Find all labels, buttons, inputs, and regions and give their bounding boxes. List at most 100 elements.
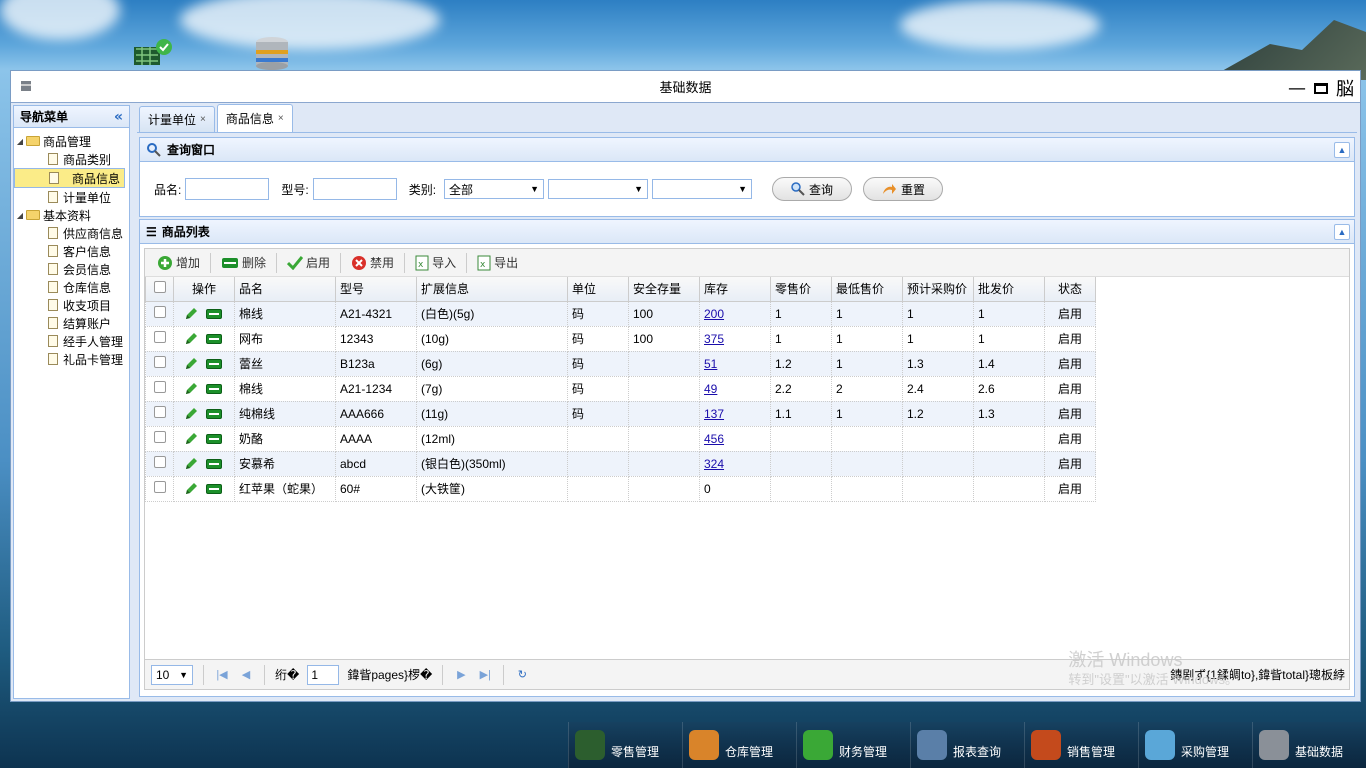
tree-item-handler[interactable]: 经手人管理 bbox=[14, 332, 129, 350]
row-checkbox-cell[interactable] bbox=[145, 425, 174, 452]
add-button[interactable]: 增加 bbox=[151, 252, 206, 274]
select-all-checkbox[interactable] bbox=[153, 281, 166, 294]
taskbar-item[interactable]: 销售管理 bbox=[1024, 722, 1138, 768]
row-checkbox-cell[interactable] bbox=[145, 450, 174, 477]
close-tab-icon[interactable]: × bbox=[200, 114, 206, 125]
tree-item-supplier[interactable]: 供应商信息 bbox=[14, 224, 129, 242]
table-row[interactable]: 棉线 A21-1234 (7g) 码 49 2.2 2 2.4 2.6 启用 bbox=[145, 375, 1096, 402]
col-header-safety[interactable]: 安全存量 bbox=[628, 277, 700, 302]
stock-link[interactable]: 375 bbox=[704, 332, 724, 346]
disable-row-icon[interactable] bbox=[206, 308, 222, 319]
stock-link[interactable]: 137 bbox=[704, 407, 724, 421]
collapse-list-button[interactable]: ▲ bbox=[1334, 224, 1350, 240]
subcategory2-select[interactable]: ▼ bbox=[652, 179, 753, 199]
minimize-button[interactable]: — bbox=[1288, 78, 1306, 99]
disable-row-icon[interactable] bbox=[206, 383, 222, 394]
row-checkbox-cell[interactable] bbox=[145, 375, 174, 402]
collapse-nav-button[interactable]: « bbox=[114, 109, 123, 125]
edit-pencil-icon[interactable] bbox=[184, 382, 198, 396]
subcategory-select[interactable]: ▼ bbox=[548, 179, 649, 199]
page-size-select[interactable]: 10 ▼ bbox=[151, 664, 193, 685]
cell-stock[interactable]: 51 bbox=[699, 350, 771, 377]
taskbar-item[interactable]: 报表查询 bbox=[910, 722, 1024, 768]
tree-item-customer[interactable]: 客户信息 bbox=[14, 242, 129, 260]
col-header-wholesale[interactable]: 批发价 bbox=[973, 277, 1045, 302]
disable-row-icon[interactable] bbox=[206, 408, 222, 419]
tree-item-category[interactable]: 商品类别 bbox=[14, 150, 129, 168]
export-button[interactable]: x 导出 bbox=[471, 252, 524, 274]
row-checkbox-cell[interactable] bbox=[145, 475, 174, 502]
cell-stock[interactable]: 456 bbox=[699, 425, 771, 452]
tree-item-goods-info[interactable]: 商品信息 bbox=[14, 168, 125, 188]
cell-stock[interactable]: 137 bbox=[699, 400, 771, 427]
taskbar-item[interactable]: 基础数据 bbox=[1252, 722, 1366, 768]
search-button[interactable]: 查询 bbox=[772, 177, 853, 201]
stock-link[interactable]: 200 bbox=[704, 307, 724, 321]
prev-page-icon[interactable]: ◀ bbox=[238, 668, 254, 681]
tree-group-goods[interactable]: ◢ 商品管理 bbox=[14, 132, 129, 150]
stock-link[interactable]: 51 bbox=[704, 357, 717, 371]
row-checkbox-cell[interactable] bbox=[145, 350, 174, 377]
import-button[interactable]: x 导入 bbox=[409, 252, 462, 274]
stock-link[interactable]: 324 bbox=[704, 457, 724, 471]
select-all-checkbox-cell[interactable] bbox=[145, 277, 174, 302]
col-header-purchase[interactable]: 预计采购价 bbox=[902, 277, 974, 302]
cell-stock[interactable]: 200 bbox=[699, 300, 771, 327]
taskbar-item[interactable]: 财务管理 bbox=[796, 722, 910, 768]
disable-button[interactable]: 禁用 bbox=[345, 252, 400, 274]
taskbar-item[interactable]: 仓库管理 bbox=[682, 722, 796, 768]
tree-item-account[interactable]: 结算账户 bbox=[14, 314, 129, 332]
taskbar-item[interactable]: 采购管理 bbox=[1138, 722, 1252, 768]
close-button[interactable]: 脳 bbox=[1336, 75, 1354, 101]
disable-row-icon[interactable] bbox=[206, 358, 222, 369]
row-checkbox[interactable] bbox=[153, 381, 166, 393]
table-row[interactable]: 网布 12343 (10g) 码 100 375 1 1 1 1 启用 bbox=[145, 325, 1096, 352]
table-row[interactable]: 蕾丝 B123a (6g) 码 51 1.2 1 1.3 1.4 启用 bbox=[145, 350, 1096, 377]
last-page-icon[interactable]: ▶| bbox=[477, 668, 493, 681]
close-tab-icon[interactable]: × bbox=[278, 113, 284, 124]
reset-button[interactable]: 重置 bbox=[863, 177, 944, 201]
disable-row-icon[interactable] bbox=[206, 458, 222, 469]
edit-pencil-icon[interactable] bbox=[184, 457, 198, 471]
name-input[interactable] bbox=[185, 178, 270, 200]
enable-button[interactable]: 启用 bbox=[281, 252, 336, 274]
tab-unit[interactable]: 计量单位 × bbox=[139, 106, 215, 132]
expand-icon[interactable]: ◢ bbox=[14, 211, 26, 220]
edit-pencil-icon[interactable] bbox=[184, 307, 198, 321]
col-header-retail[interactable]: 零售价 bbox=[770, 277, 832, 302]
disable-row-icon[interactable] bbox=[206, 483, 222, 494]
tree-item-income-expense[interactable]: 收支项目 bbox=[14, 296, 129, 314]
maximize-button[interactable] bbox=[1314, 82, 1328, 94]
database-desktop-icon[interactable] bbox=[252, 36, 292, 70]
col-header-name[interactable]: 品名 bbox=[234, 277, 336, 302]
edit-pencil-icon[interactable] bbox=[184, 332, 198, 346]
col-header-status[interactable]: 状态 bbox=[1044, 277, 1096, 302]
row-checkbox[interactable] bbox=[153, 431, 166, 443]
next-page-icon[interactable]: ▶ bbox=[453, 668, 469, 681]
col-header-min-price[interactable]: 最低售价 bbox=[831, 277, 903, 302]
tree-item-unit[interactable]: 计量单位 bbox=[14, 188, 129, 206]
row-checkbox-cell[interactable] bbox=[145, 300, 174, 327]
row-checkbox[interactable] bbox=[153, 331, 166, 343]
table-row[interactable]: 安慕希 abcd (银白色)(350ml) 324 启用 bbox=[145, 450, 1096, 477]
table-row[interactable]: 奶酪 AAAA (12ml) 456 启用 bbox=[145, 425, 1096, 452]
table-row[interactable]: 纯棉线 AAA666 (11g) 码 137 1.1 1 1.2 1.3 启用 bbox=[145, 400, 1096, 427]
stock-link[interactable]: 456 bbox=[704, 432, 724, 446]
table-row[interactable]: 棉线 A21-4321 (白色)(5g) 码 100 200 1 1 1 1 启用 bbox=[145, 300, 1096, 327]
model-input[interactable] bbox=[312, 178, 397, 200]
col-header-stock[interactable]: 库存 bbox=[699, 277, 771, 302]
row-checkbox-cell[interactable] bbox=[145, 400, 174, 427]
col-header-unit[interactable]: 单位 bbox=[567, 277, 629, 302]
row-checkbox[interactable] bbox=[153, 481, 166, 493]
disable-row-icon[interactable] bbox=[206, 333, 222, 344]
refresh-icon[interactable]: ↻ bbox=[514, 668, 530, 681]
expand-icon[interactable]: ◢ bbox=[14, 137, 26, 146]
stock-link[interactable]: 49 bbox=[704, 382, 717, 396]
row-checkbox-cell[interactable] bbox=[145, 325, 174, 352]
edit-pencil-icon[interactable] bbox=[184, 482, 198, 496]
collapse-query-button[interactable]: ▲ bbox=[1334, 142, 1350, 158]
taskbar-item[interactable]: 零售管理 bbox=[568, 722, 682, 768]
delete-button[interactable]: 删除 bbox=[215, 252, 272, 274]
tree-group-basic[interactable]: ◢ 基本资料 bbox=[14, 206, 129, 224]
tree-item-warehouse[interactable]: 仓库信息 bbox=[14, 278, 129, 296]
